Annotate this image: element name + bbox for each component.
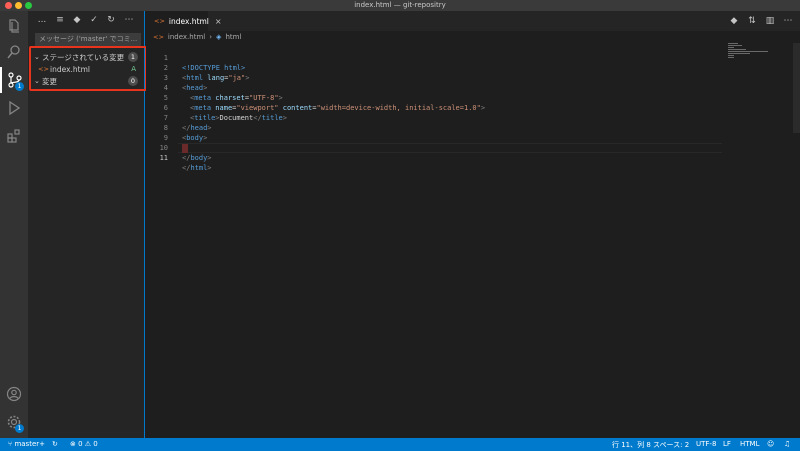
encoding[interactable]: UTF-8: [696, 440, 716, 448]
scm-more-label: ...: [37, 15, 47, 25]
cube-icon: ◈: [216, 33, 222, 41]
code-line: 9: [146, 123, 188, 153]
feedback-icon[interactable]: ☺: [767, 440, 774, 448]
problems-indicator[interactable]: ⊗ 0 ⚠ 0: [70, 440, 98, 448]
code-line: 8 <body>: [163, 124, 208, 142]
language-mode[interactable]: HTML: [740, 440, 759, 448]
title-bar: index.html — git-repositry: [0, 0, 800, 11]
cursor-position[interactable]: 行 11、列 8: [612, 440, 651, 450]
tab-label: index.html: [168, 16, 209, 26]
git-diamond-icon[interactable]: ◆: [71, 14, 83, 26]
code-line: 6 <title>Document</title>: [163, 104, 287, 122]
account-icon[interactable]: [0, 381, 28, 407]
branch-indicator[interactable]: ⑂ master+: [8, 440, 45, 448]
indentation[interactable]: スペース: 2: [653, 440, 689, 450]
manage-gear-icon[interactable]: 1: [0, 409, 28, 435]
highlight-annotation-box: [29, 46, 147, 91]
code-line: 2 <html lang="ja">: [163, 64, 250, 82]
view-as-list-icon[interactable]: ≡: [54, 14, 66, 26]
tab-index-html[interactable]: <> index.html ×: [146, 11, 222, 31]
more-actions-icon[interactable]: ⋯: [123, 14, 135, 26]
code-editor[interactable]: 1 <!DOCTYPE html> 2 <html lang="ja"> 3 <…: [146, 43, 800, 438]
code-line: 5 <meta name="viewport" content="width=d…: [163, 94, 486, 112]
run-debug-icon[interactable]: [0, 95, 28, 121]
breadcrumb: <> index.html › ◈ html: [153, 31, 241, 43]
activity-bar: 1 1: [0, 11, 28, 438]
scm-badge: 1: [15, 82, 24, 91]
commit-message-input[interactable]: メッセージ ('master' でコミ...: [35, 33, 141, 46]
empty-line-marker: [182, 143, 188, 153]
status-bar: ⑂ master+ ↻ ⊗ 0 ⚠ 0 行 11、列 8 スペース: 2 UTF…: [0, 438, 800, 451]
editor-tab-bar: <> index.html × ◆ ⇅ ▥ ⋯: [146, 11, 800, 31]
search-icon[interactable]: [0, 39, 28, 65]
code-line: 7 </head>: [163, 114, 212, 132]
editor-actions: ◆ ⇅ ▥ ⋯: [728, 15, 794, 27]
code-line: 1 <!DOCTYPE html>: [163, 54, 246, 72]
explorer-icon[interactable]: [0, 13, 28, 39]
code-line: 10 </body>: [159, 144, 212, 162]
sync-icon[interactable]: ↻: [52, 440, 58, 448]
scm-toolbar: ... ≡ ◆ ✓ ↻ ⋯: [28, 11, 144, 29]
chevron-right-icon: ›: [209, 33, 213, 41]
code-line: 4 <meta charset="UTF-8">: [163, 84, 283, 102]
git-diamond-icon[interactable]: ◆: [728, 15, 740, 27]
more-actions-icon[interactable]: ⋯: [782, 15, 794, 27]
settings-badge: 1: [15, 424, 24, 433]
minimap[interactable]: [728, 43, 774, 63]
breadcrumb-symbol[interactable]: html: [225, 33, 241, 41]
extensions-icon[interactable]: [0, 123, 28, 149]
breadcrumb-file[interactable]: index.html: [168, 33, 205, 41]
commit-check-icon[interactable]: ✓: [88, 14, 100, 26]
end-of-line[interactable]: LF: [723, 440, 731, 448]
code-line: 3 <head>: [163, 74, 208, 92]
scrollbar[interactable]: [793, 43, 800, 133]
source-control-icon[interactable]: 1: [0, 67, 28, 93]
html-file-icon: <>: [153, 33, 164, 41]
split-editor-icon[interactable]: ▥: [764, 15, 776, 27]
notifications-bell-icon[interactable]: ♫: [784, 440, 790, 448]
code-line: 11 </html>: [159, 154, 212, 172]
current-line-highlight: [178, 143, 722, 153]
open-changes-icon[interactable]: ⇅: [746, 15, 758, 27]
html-file-icon: <>: [154, 17, 165, 25]
refresh-icon[interactable]: ↻: [105, 14, 117, 26]
close-icon[interactable]: ×: [215, 17, 222, 26]
window-title: index.html — git-repositry: [354, 1, 446, 9]
